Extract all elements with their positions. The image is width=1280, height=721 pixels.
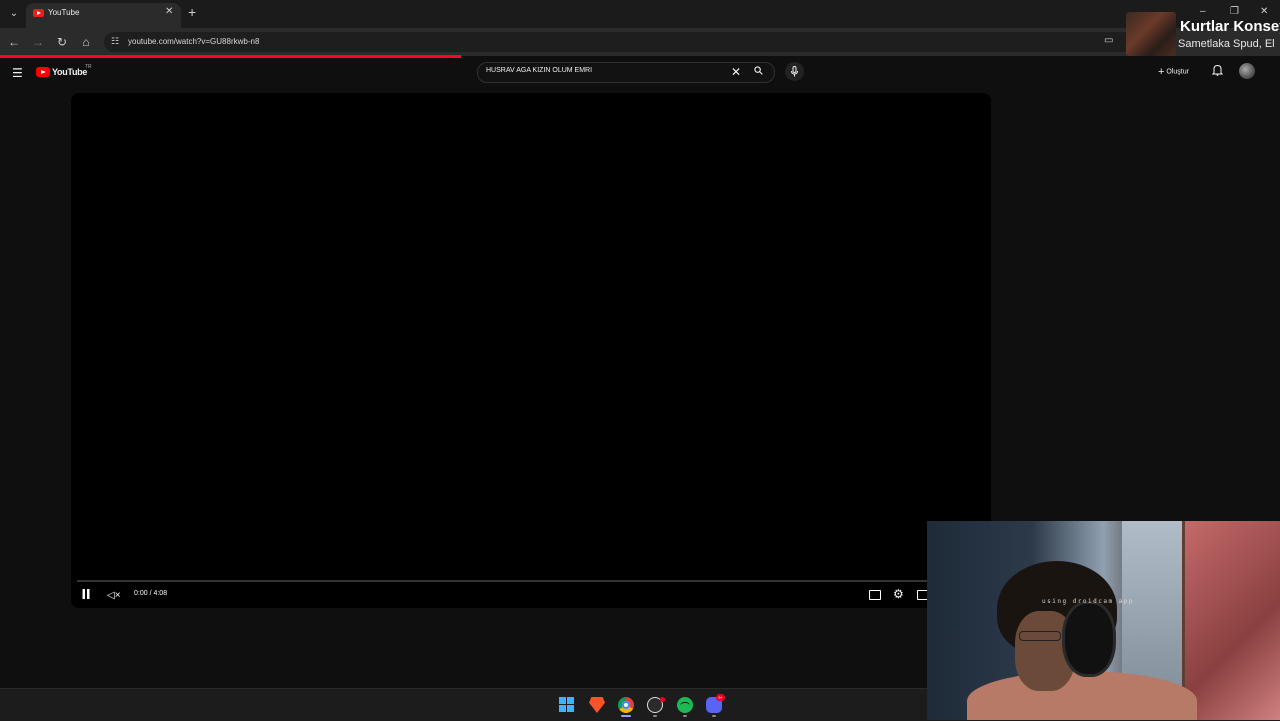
spotify-icon[interactable] (677, 697, 693, 713)
tab-title: YouTube (48, 8, 80, 17)
hamburger-menu-icon[interactable]: ☰ (12, 66, 23, 80)
tab-close-icon[interactable]: ✕ (165, 6, 173, 17)
obs-recording-badge (660, 697, 665, 702)
browser-tab[interactable]: YouTube ✕ (26, 3, 181, 28)
site-info-icon[interactable]: ☷ (111, 36, 119, 47)
cast-icon[interactable]: ▭ (1104, 35, 1113, 46)
video-progress-bar[interactable] (77, 580, 985, 582)
new-tab-plus-icon[interactable]: + (188, 4, 196, 20)
mute-icon[interactable]: ◁× (107, 590, 121, 601)
pause-icon[interactable] (82, 589, 90, 599)
media-title: Kurtlar Konseyi (1180, 18, 1280, 35)
country-code: TR (85, 64, 92, 70)
tab-list-icon[interactable]: ⌄ (6, 6, 22, 22)
media-notification[interactable]: Kurtlar Konseyi Sametlaka Spud, El (1120, 8, 1280, 60)
youtube-favicon (33, 9, 44, 17)
youtube-logo-text[interactable]: YouTube (52, 67, 87, 77)
search-clear-icon[interactable]: ✕ (731, 65, 741, 79)
voice-search-button[interactable] (785, 62, 804, 81)
chrome-icon[interactable] (618, 697, 634, 713)
browser-tab-strip: ⌄ YouTube ✕ + – ❐ ✕ (0, 0, 1280, 28)
webcam-background-wall (1185, 521, 1280, 720)
spotify-running-indicator (683, 715, 687, 717)
back-icon[interactable]: ← (6, 35, 22, 49)
discord-running-indicator (712, 715, 716, 717)
subtitles-icon[interactable] (869, 590, 881, 600)
webcam-overlay: using droidcam app (927, 521, 1280, 720)
url-text[interactable]: youtube.com/watch?v=GU88rkwb-n8 (128, 37, 259, 46)
webcam-person-headphones (1062, 601, 1116, 677)
reload-icon[interactable]: ↻ (54, 35, 70, 49)
avatar[interactable] (1239, 63, 1255, 79)
youtube-masthead: ☰ YouTube TR ✕ + Oluştur (0, 58, 1280, 88)
home-icon[interactable]: ⌂ (78, 35, 94, 49)
browser-toolbar: ← → ↻ ⌂ ☷ youtube.com/watch?v=GU88rkwb-n… (0, 28, 1280, 56)
address-bar[interactable]: ☷ youtube.com/watch?v=GU88rkwb-n8 ▭ (104, 32, 1134, 52)
search-icon[interactable] (754, 66, 763, 75)
windows-start-icon[interactable] (559, 697, 575, 713)
brave-icon[interactable] (589, 697, 605, 713)
search-input[interactable] (486, 67, 726, 74)
bell-icon[interactable] (1212, 64, 1223, 76)
create-label: Oluştur (1166, 68, 1189, 76)
video-player[interactable]: ◁× 0:00 / 4:08 ⚙ (71, 93, 991, 608)
webcam-person-glasses (1019, 631, 1061, 641)
mic-icon (791, 66, 798, 77)
forward-icon[interactable]: → (30, 35, 46, 49)
search-box[interactable]: ✕ (477, 62, 775, 83)
webcam-watermark-text: using droidcam app (1042, 598, 1135, 605)
create-button[interactable]: + Oluştur (1158, 66, 1189, 78)
settings-icon[interactable]: ⚙ (893, 587, 904, 601)
youtube-logo-icon[interactable] (36, 67, 50, 77)
discord-notification-badge: 9+ (716, 694, 725, 701)
obs-running-indicator (653, 715, 657, 717)
media-artist: Sametlaka Spud, El (1178, 38, 1275, 50)
chrome-active-indicator (621, 715, 631, 717)
create-plus-icon: + (1158, 66, 1165, 78)
time-display: 0:00 / 4:08 (134, 590, 168, 597)
